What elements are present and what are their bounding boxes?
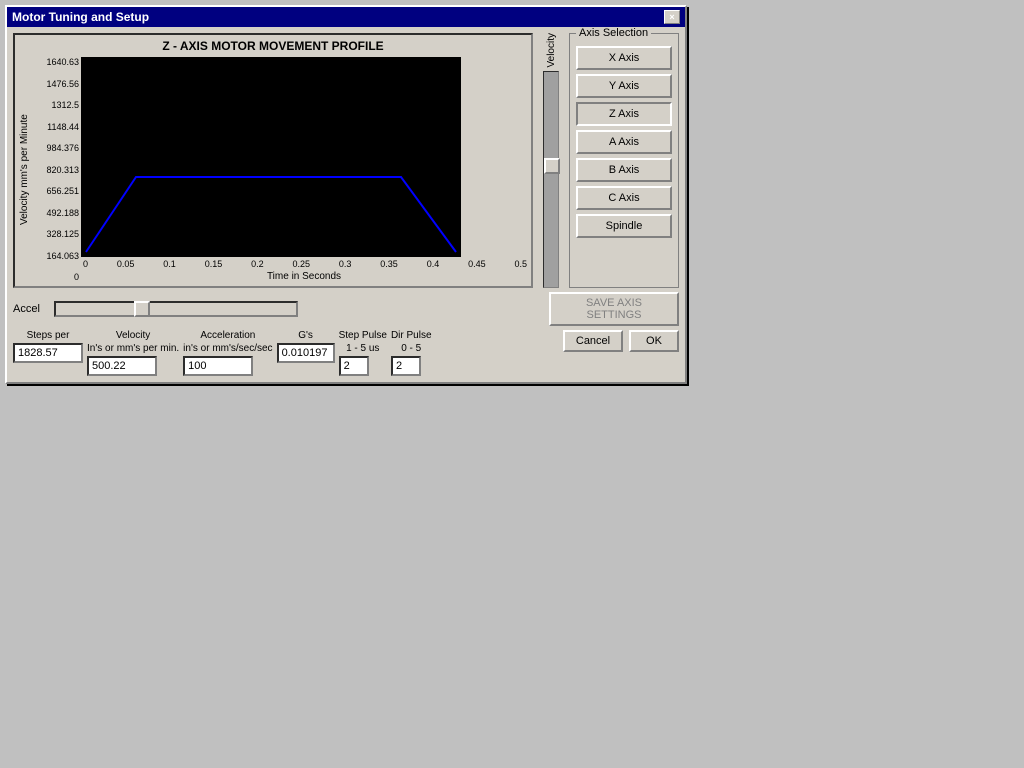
axis-selection-group: Axis Selection X AxisY AxisZ AxisA AxisB…	[569, 33, 679, 288]
velocity-slider-thumb[interactable]	[544, 158, 560, 174]
x-value-label: 0.05	[117, 259, 135, 269]
x-value-label: 0.25	[292, 259, 310, 269]
x-value-label: 0	[83, 259, 88, 269]
cancel-button[interactable]: Cancel	[563, 330, 623, 352]
axis-button-z-axis[interactable]: Z Axis	[576, 102, 672, 126]
acceleration-label2: in's or mm's/sec/sec	[183, 343, 272, 354]
y-value-label: 492.188	[35, 208, 79, 218]
y-value-label: 984.376	[35, 143, 79, 153]
x-value-label: 0.15	[205, 259, 223, 269]
steps-per-input[interactable]	[13, 343, 83, 363]
chart-svg	[81, 57, 461, 257]
chart-svg-wrapper	[81, 57, 527, 257]
axis-buttons-container: X Axis Y Axis Z Axis A Axis B Axis C Axis Spin…	[576, 46, 672, 238]
action-buttons: Cancel OK	[563, 330, 679, 352]
velocity-field-label2: In's or mm's per min.	[87, 343, 179, 354]
velocity-field-label1: Velocity	[87, 330, 179, 341]
y-value-label: 1640.63	[35, 57, 79, 67]
step-pulse-input[interactable]	[339, 356, 369, 376]
axis-button-a-axis[interactable]: A Axis	[576, 130, 672, 154]
axis-button-spindle[interactable]: Spindle	[576, 214, 672, 238]
dir-pulse-label2: 0 - 5	[391, 343, 432, 354]
acceleration-input[interactable]	[183, 356, 253, 376]
y-value-label: 0	[35, 272, 79, 282]
steps-per-group: Steps per	[13, 330, 83, 363]
accel-slider[interactable]	[54, 301, 298, 317]
y-value-label: 164.063	[35, 251, 79, 261]
axis-button-y-axis[interactable]: Y Axis	[576, 74, 672, 98]
y-value-label: 656.251	[35, 186, 79, 196]
y-value-label: 1312.5	[35, 100, 79, 110]
title-bar: Motor Tuning and Setup ×	[7, 7, 685, 27]
gs-input[interactable]	[277, 343, 335, 363]
accel-row: Accel SAVE AXIS SETTINGS	[13, 292, 679, 326]
gs-field-group: G's	[277, 330, 335, 363]
title-bar-buttons: ×	[664, 10, 680, 24]
acceleration-field-group: Acceleration in's or mm's/sec/sec	[183, 330, 272, 376]
chart-plot-area: 0 0.05 0.1 0.15 0.2 0.25 0.3 0.35 0.4 0.45 0.5 Tim…	[81, 57, 527, 282]
chart-content: Velocity mm's per Minute 1640.631476.561…	[19, 57, 527, 282]
bottom-controls: Accel SAVE AXIS SETTINGS Steps per Veloc…	[13, 292, 679, 376]
x-value-label: 0.1	[163, 259, 176, 269]
x-value-label: 0.45	[468, 259, 486, 269]
dir-pulse-group: Dir Pulse 0 - 5	[391, 330, 432, 376]
x-value-label: 0.4	[427, 259, 440, 269]
x-axis-label: Time in Seconds	[81, 271, 527, 282]
main-row: Z - AXIS MOTOR MOVEMENT PROFILE Velocity…	[13, 33, 679, 288]
velocity-input[interactable]	[87, 356, 157, 376]
steps-per-label: Steps per	[13, 330, 83, 341]
x-labels: 0 0.05 0.1 0.15 0.2 0.25 0.3 0.35 0.4 0.45 0.5	[81, 259, 527, 269]
chart-with-yvalues: 1640.63 1476.56 1312.5 1148.44 984.376 820.31…	[35, 57, 527, 282]
chart-title: Z - AXIS MOTOR MOVEMENT PROFILE	[19, 39, 527, 53]
axis-button-b-axis[interactable]: B Axis	[576, 158, 672, 182]
y-value-label: 1476.56	[35, 79, 79, 89]
dir-pulse-label1: Dir Pulse	[391, 330, 432, 341]
x-value-label: 0.35	[380, 259, 398, 269]
y-value-label: 820.313	[35, 165, 79, 175]
axis-button-c-axis[interactable]: C Axis	[576, 186, 672, 210]
x-value-label: 0.5	[514, 259, 527, 269]
x-value-label: 0.2	[251, 259, 264, 269]
y-value-label: 328.125	[35, 229, 79, 239]
window-title: Motor Tuning and Setup	[12, 10, 149, 24]
fields-row: Steps per Velocity In's or mm's per min.…	[13, 330, 679, 376]
velocity-slider-track[interactable]	[543, 71, 559, 288]
close-button[interactable]: ×	[664, 10, 680, 24]
dir-pulse-input[interactable]	[391, 356, 421, 376]
acceleration-label1: Acceleration	[183, 330, 272, 341]
velocity-label: Velocity	[546, 33, 557, 67]
chart-inner: Z - AXIS MOTOR MOVEMENT PROFILE Velocity…	[19, 39, 527, 282]
velocity-field-group: Velocity In's or mm's per min.	[87, 330, 179, 376]
y-axis-label: Velocity mm's per Minute	[19, 57, 33, 282]
ok-button[interactable]: OK	[629, 330, 679, 352]
accel-label: Accel	[13, 303, 48, 315]
window-body: Z - AXIS MOTOR MOVEMENT PROFILE Velocity…	[7, 27, 685, 382]
save-axis-button[interactable]: SAVE AXIS SETTINGS	[549, 292, 679, 326]
main-window: Motor Tuning and Setup × Z - AXIS MOTOR …	[5, 5, 687, 384]
y-values: 1640.63 1476.56 1312.5 1148.44 984.376 820.31…	[35, 57, 81, 282]
step-pulse-label1: Step Pulse	[339, 330, 387, 341]
gs-label: G's	[277, 330, 335, 341]
velocity-slider-area: Velocity	[539, 33, 563, 288]
step-pulse-label2: 1 - 5 us	[339, 343, 387, 354]
step-pulse-group: Step Pulse 1 - 5 us	[339, 330, 387, 376]
right-panel: Velocity Axis Selection X AxisY AxisZ Ax…	[539, 33, 679, 288]
chart-container: Z - AXIS MOTOR MOVEMENT PROFILE Velocity…	[13, 33, 533, 288]
axis-selection-title: Axis Selection	[576, 27, 651, 39]
y-value-label: 1148.44	[35, 122, 79, 132]
x-value-label: 0.3	[339, 259, 352, 269]
axis-button-x-axis[interactable]: X Axis	[576, 46, 672, 70]
